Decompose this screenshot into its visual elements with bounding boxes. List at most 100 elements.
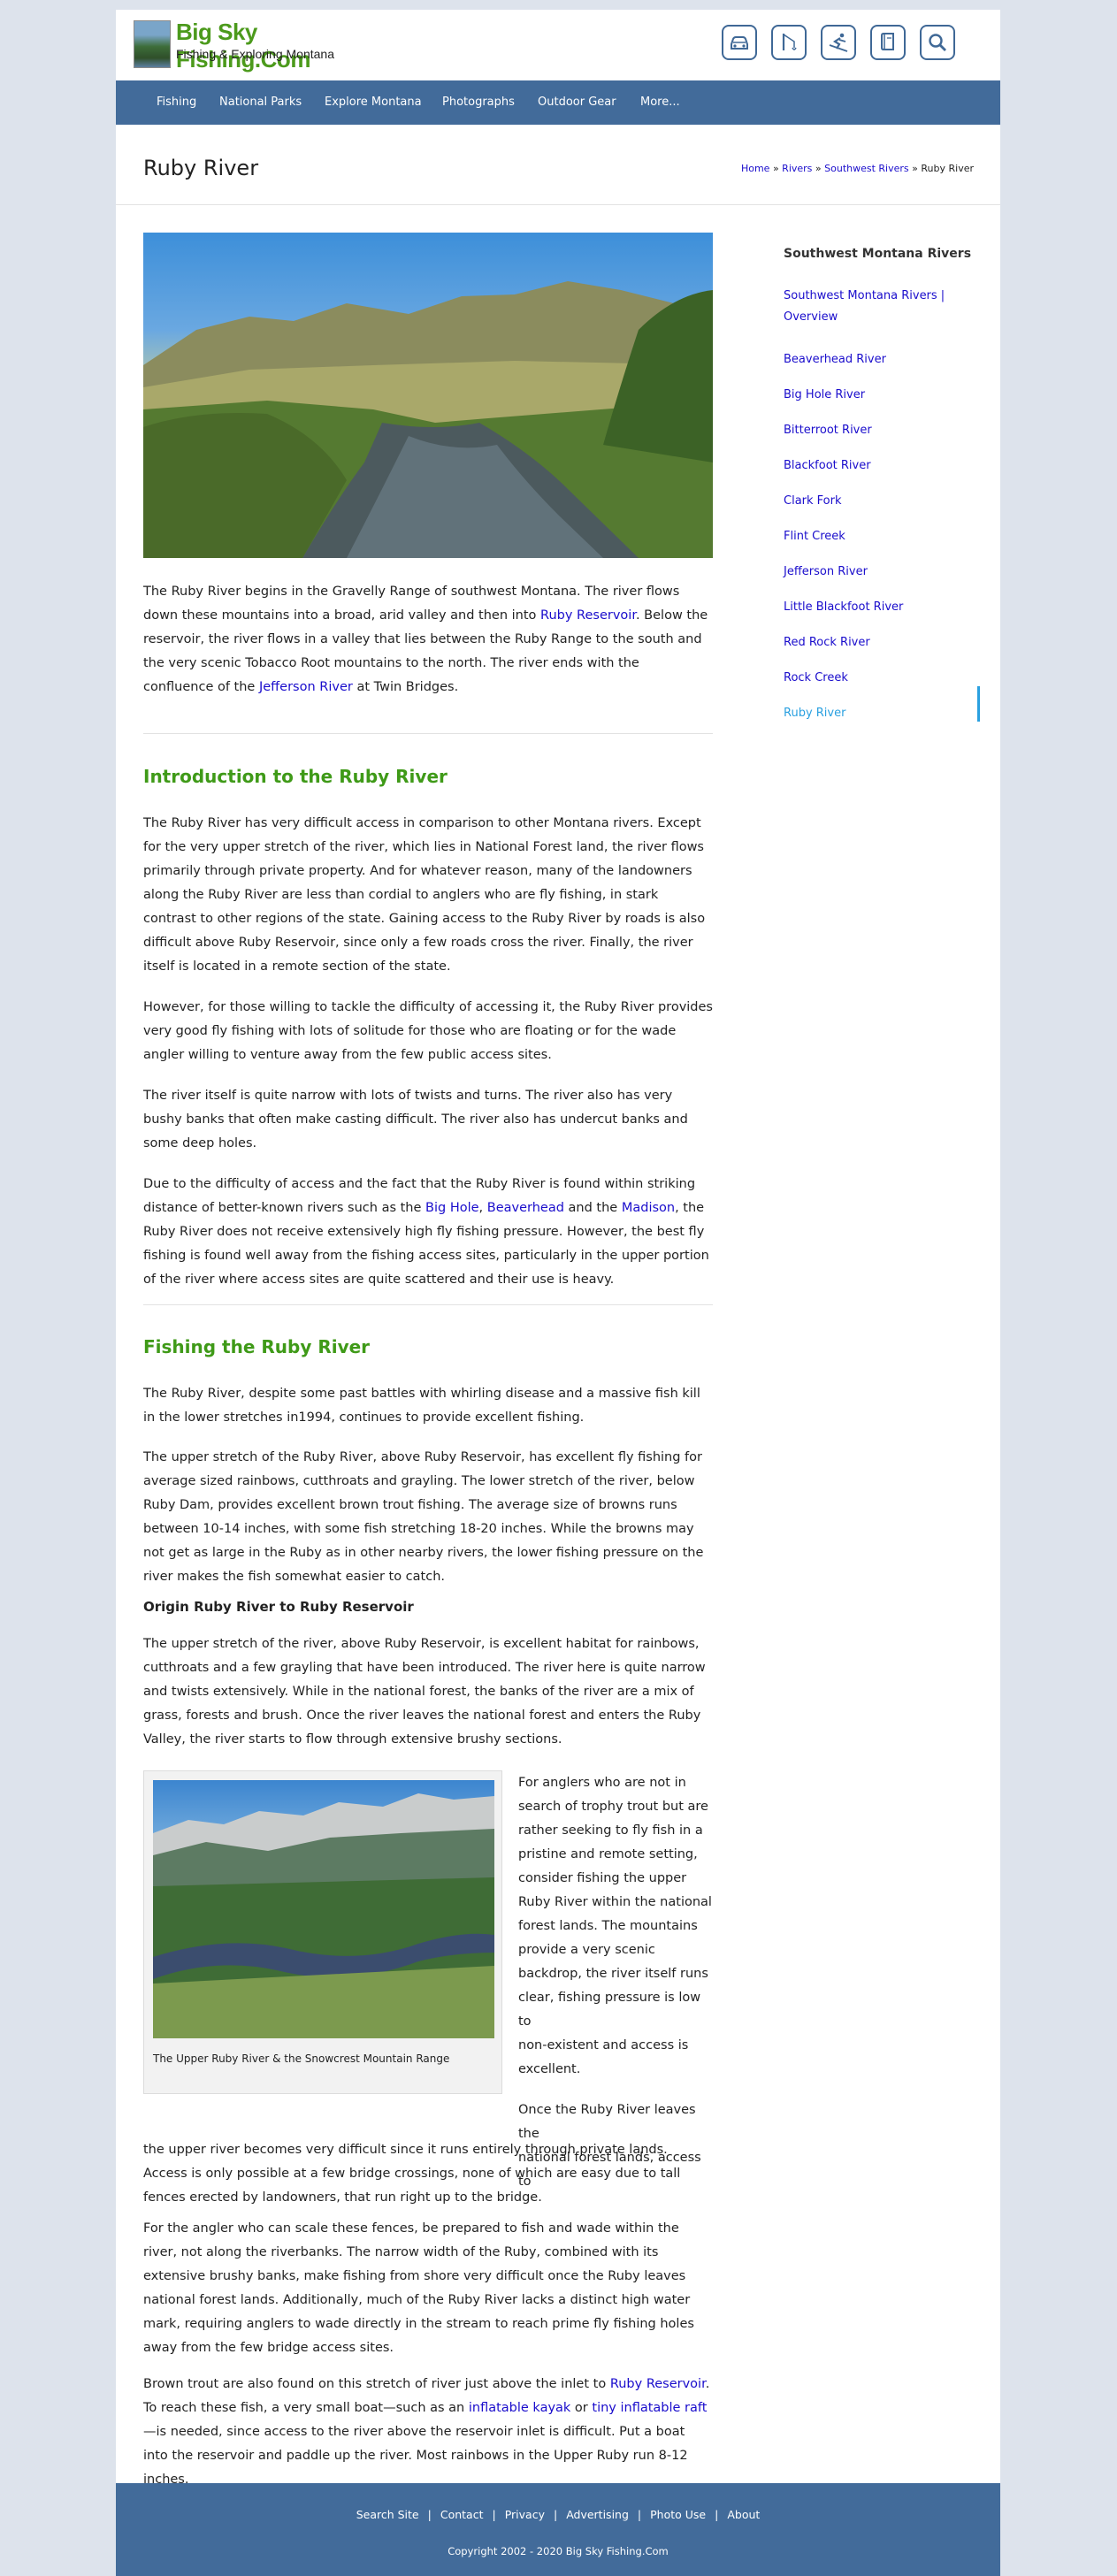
section-heading-fishing: Fishing the Ruby River [143, 1336, 371, 1357]
section1-paragraph-1: The Ruby River has very difficult access… [143, 816, 706, 974]
nav-item-photographs[interactable]: Photographs [442, 80, 515, 125]
sidebar-item-overview[interactable]: Southwest Montana Rivers | Overview [784, 286, 974, 328]
breadcrumb-home[interactable]: Home [741, 163, 769, 174]
figure-image [153, 1780, 494, 2038]
breadcrumb-rivers[interactable]: Rivers [782, 163, 812, 174]
figure-upper-ruby: The Upper Ruby River & the Snowcrest Mou… [143, 1770, 502, 2094]
link-beaverhead[interactable]: Beaverhead [487, 1201, 564, 1215]
section2-paragraph-3: The upper stretch of the river, above Ru… [143, 1637, 706, 1747]
main-nav: Fishing National Parks Explore Montana P… [116, 80, 1000, 125]
section1-paragraph-3: The river itself is quite narrow with lo… [143, 1089, 688, 1150]
page-title: Ruby River [143, 156, 259, 180]
wrap-line: rather seeking to fly fish in a [518, 1823, 703, 1838]
section1-paragraph-4: Due to the difficulty of access and the … [143, 1173, 713, 1292]
link-ruby-reservoir[interactable]: Ruby Reservoir [610, 2377, 706, 2391]
nav-item-explore-montana[interactable]: Explore Montana [325, 80, 422, 125]
footer-link-about[interactable]: About [727, 2508, 760, 2521]
link-big-hole[interactable]: Big Hole [425, 1201, 479, 1215]
fishing-rod-icon[interactable] [771, 25, 807, 60]
footer-separator: | [492, 2508, 496, 2521]
sidebar-item-bitterroot[interactable]: Bitterroot River [784, 420, 872, 441]
nav-item-fishing[interactable]: Fishing [157, 80, 196, 125]
footer-link-contact[interactable]: Contact [440, 2508, 484, 2521]
link-tiny-inflatable-raft[interactable]: tiny inflatable raft [592, 2401, 707, 2415]
nav-item-outdoor-gear[interactable]: Outdoor Gear [538, 80, 616, 125]
sidebar-active-indicator [977, 686, 980, 722]
copyright-text: Copyright 2002 - 2020 Big Sky Fishing.Co… [448, 2545, 669, 2557]
wrap-gap [518, 2082, 713, 2098]
main-content: The Ruby River begins in the Gravelly Ra… [143, 233, 713, 2487]
section2-paragraph-2: The upper stretch of the Ruby River, abo… [143, 1450, 704, 1584]
sidebar-item-clark-fork[interactable]: Clark Fork [784, 491, 842, 512]
sidebar-item-jefferson[interactable]: Jefferson River [784, 562, 868, 583]
wrap-text: For anglers who are not in search of tro… [518, 1771, 713, 2194]
sidebar-item-beaverhead[interactable]: Beaverhead River [784, 349, 886, 371]
figure-caption: The Upper Ruby River & the Snowcrest Mou… [153, 2052, 450, 2065]
breadcrumb-southwest-rivers[interactable]: Southwest Rivers [824, 163, 909, 174]
wrap-line: clear, fishing pressure is low to [518, 1991, 701, 2029]
text-run: and the [563, 1201, 622, 1215]
footer-separator: | [637, 2508, 642, 2521]
footer-separator: | [427, 2508, 432, 2521]
section2-paragraph-5: For the angler who can scale these fence… [143, 2221, 694, 2355]
footer-separator: | [553, 2508, 558, 2521]
wrap-line: Ruby River within the national [518, 1895, 712, 1909]
title-bar: Ruby River Home » Rivers » Southwest Riv… [116, 125, 1000, 205]
divider [143, 1304, 713, 1305]
wrap-line: consider fishing the upper [518, 1871, 687, 1885]
text-run: or [570, 2401, 593, 2415]
hero-image [143, 233, 713, 558]
text-run: Brown trout are also found on this stret… [143, 2377, 610, 2391]
footer-link-privacy[interactable]: Privacy [505, 2508, 545, 2521]
link-ruby-reservoir[interactable]: Ruby Reservoir [540, 608, 636, 623]
car-icon[interactable] [722, 25, 757, 60]
footer-link-advertising[interactable]: Advertising [566, 2508, 629, 2521]
text-run: —is needed, since access to the river ab… [143, 2425, 688, 2487]
wrap-line: provide a very scenic [518, 1943, 655, 1957]
sidebar-item-little-blackfoot[interactable]: Little Blackfoot River [784, 597, 903, 618]
book-icon[interactable] [870, 25, 906, 60]
subheading-origin: Origin Ruby River to Ruby Reservoir [143, 1599, 414, 1615]
sidebar-item-flint-creek[interactable]: Flint Creek [784, 526, 845, 547]
sidebar-item-ruby-active[interactable]: Ruby River [784, 703, 845, 724]
logo-title: Big Sky Fishing.Com [176, 19, 310, 73]
wrap-line: pristine and remote setting, [518, 1847, 698, 1861]
site-logo[interactable]: Big Sky Fishing.Com Fishing & Exploring … [134, 19, 381, 73]
sidebar-item-rock-creek[interactable]: Rock Creek [784, 668, 848, 689]
link-madison[interactable]: Madison [622, 1201, 675, 1215]
footer-separator: | [715, 2508, 719, 2521]
breadcrumb: Home » Rivers » Southwest Rivers » Ruby … [741, 163, 974, 174]
footer-link-search-site[interactable]: Search Site [356, 2508, 419, 2521]
section2-paragraph-6: Brown trout are also found on this stret… [143, 2373, 713, 2492]
breadcrumb-separator: » [912, 163, 918, 174]
text-run: , [478, 1201, 487, 1215]
footer-links: Search Site | Contact | Privacy | Advertising |… [116, 2508, 1000, 2521]
footer-link-photo-use[interactable]: Photo Use [650, 2508, 706, 2521]
wrap-line: For anglers who are not in [518, 1776, 686, 1790]
wrap-line: search of trophy trout but are [518, 1800, 708, 1814]
section1-paragraph-2: However, for those willing to tackle the… [143, 1000, 713, 1062]
skier-icon[interactable] [821, 25, 856, 60]
sidebar-item-blackfoot[interactable]: Blackfoot River [784, 455, 871, 477]
breadcrumb-current: Ruby River [921, 163, 974, 174]
sidebar-item-big-hole[interactable]: Big Hole River [784, 385, 865, 406]
nav-item-more[interactable]: More... [640, 80, 680, 125]
link-inflatable-kayak[interactable]: inflatable kayak [469, 2401, 570, 2415]
nav-item-national-parks[interactable]: National Parks [219, 80, 302, 125]
wrap-line: excellent. [518, 2062, 581, 2076]
link-jefferson-river[interactable]: Jefferson River [259, 680, 353, 694]
logo-subtitle: Fishing & Exploring Montana [176, 47, 334, 61]
site-header: Big Sky Fishing.Com Fishing & Exploring … [116, 10, 1000, 80]
sidebar-item-red-rock[interactable]: Red Rock River [784, 632, 870, 654]
divider [143, 733, 713, 734]
intro-paragraph: The Ruby River begins in the Gravelly Ra… [143, 580, 713, 699]
site-footer: Search Site | Contact | Privacy | Advertising |… [116, 2483, 1000, 2576]
search-icon[interactable] [920, 25, 955, 60]
sidebar-title: Southwest Montana Rivers [784, 247, 972, 261]
page-wrapper: Big Sky Fishing.Com Fishing & Exploring … [116, 10, 1000, 2576]
breadcrumb-separator: » [772, 163, 779, 174]
breadcrumb-separator: » [815, 163, 822, 174]
wrap-line: backdrop, the river itself runs [518, 1967, 708, 1981]
section2-paragraph-1: The Ruby River, despite some past battle… [143, 1387, 700, 1425]
logo-image [134, 20, 171, 68]
